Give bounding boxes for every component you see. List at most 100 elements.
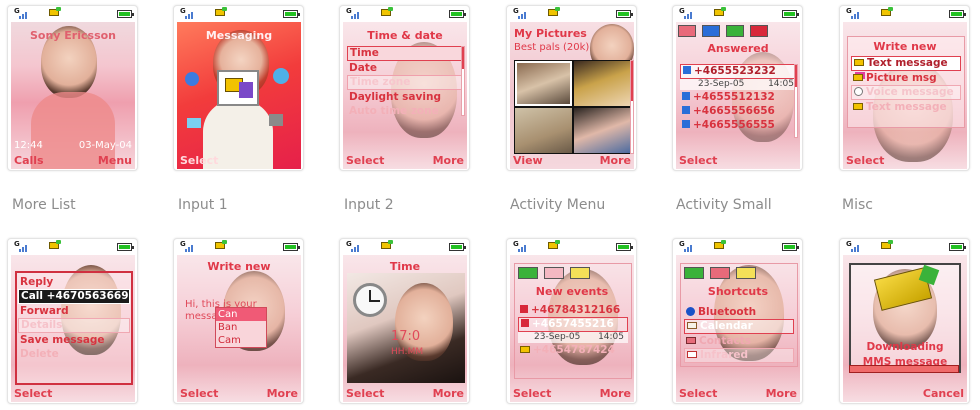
softkey-right[interactable]: More xyxy=(433,154,464,167)
picture-thumbnail[interactable] xyxy=(515,61,572,106)
softkey-right[interactable]: Cancel xyxy=(923,387,964,400)
suggestion-item[interactable]: Ban xyxy=(216,321,266,334)
phone-messaging: G Messaging Select xyxy=(173,5,304,171)
screen: Reply Call +4670563669 Forward Details S… xyxy=(11,255,135,402)
softkey-left[interactable]: Calls xyxy=(14,154,44,167)
picture-thumbnail[interactable] xyxy=(574,108,631,153)
softkey-right[interactable]: More xyxy=(267,387,298,400)
suggestion-item[interactable]: Can xyxy=(216,308,266,321)
missed-call-icon xyxy=(520,305,528,313)
event-item[interactable]: +4657455216 xyxy=(518,317,628,332)
list-item[interactable]: Date xyxy=(347,61,465,75)
softkey-left[interactable]: Select xyxy=(346,387,384,400)
settings-list: Time Date Time zone Daylight saving Auto… xyxy=(347,46,465,118)
softkey-right[interactable]: More xyxy=(433,387,464,400)
scrollbar[interactable] xyxy=(794,64,798,138)
floating-icon xyxy=(187,118,201,128)
softkey-left[interactable]: Select xyxy=(346,154,384,167)
softkey-left[interactable]: View xyxy=(513,154,543,167)
shortcut-item[interactable]: Contacts xyxy=(684,334,794,348)
menu-item-details[interactable]: Details xyxy=(18,318,130,333)
list-item[interactable]: Daylight saving xyxy=(347,90,465,104)
tab-my-shortcuts[interactable] xyxy=(736,267,757,279)
scrollbar[interactable] xyxy=(630,60,634,154)
time-input[interactable]: 17:0 xyxy=(391,329,420,344)
picture-thumbnail[interactable] xyxy=(515,108,572,153)
softkey-right[interactable]: More xyxy=(600,387,631,400)
call-item[interactable]: +4665556656 xyxy=(680,104,798,118)
tab-running-apps[interactable] xyxy=(544,267,565,279)
event-item[interactable]: +4654787424 xyxy=(518,343,628,357)
battery-icon xyxy=(949,10,966,18)
shortcut-label: Calendar xyxy=(700,320,753,332)
scrollbar[interactable] xyxy=(461,46,465,116)
battery-icon xyxy=(117,10,134,18)
softkey-left[interactable]: Select xyxy=(180,387,218,400)
status-bar: G xyxy=(8,6,137,20)
status-bar: G xyxy=(507,6,636,20)
list-item[interactable]: Time xyxy=(347,46,465,61)
softkey-left[interactable]: Select xyxy=(180,154,218,167)
signal-icon: G xyxy=(180,8,194,19)
menu-item-call[interactable]: Call +4670563669 xyxy=(18,289,130,304)
tab-all-calls[interactable] xyxy=(678,25,696,37)
screen: Write new Hi, this is your message Can B… xyxy=(177,255,301,402)
call-item[interactable]: +4655523232 xyxy=(680,64,798,79)
tab-new-events[interactable] xyxy=(518,267,538,279)
text-message-icon xyxy=(854,58,864,66)
message-type-list: Text message Picture msg Voice message T… xyxy=(851,56,961,114)
status-bar: G xyxy=(8,239,137,253)
tab-running-apps[interactable] xyxy=(710,267,731,279)
list-item[interactable]: Text message xyxy=(851,56,961,71)
phone-input-2: G Time 17:0 HH:MM Select More xyxy=(339,238,470,404)
note-icon xyxy=(239,82,253,98)
tab-missed[interactable] xyxy=(750,25,769,37)
message-icon xyxy=(548,7,560,16)
messaging-icon[interactable] xyxy=(217,70,259,106)
softkey-left[interactable]: Select xyxy=(679,154,717,167)
list-item[interactable]: Picture msg xyxy=(851,71,961,85)
menu-item-reply[interactable]: Reply xyxy=(18,275,130,289)
tab-dialled[interactable] xyxy=(726,25,745,37)
softkey-left[interactable]: Select xyxy=(513,387,551,400)
phone-time-date: G Time & date Time Date Time zone Daylig… xyxy=(339,5,470,171)
shortcut-item[interactable]: Infrared xyxy=(684,348,794,363)
phone-number: +46784312166 xyxy=(531,304,621,316)
softkey-left[interactable]: Select xyxy=(14,387,52,400)
download-dialog: Downloading MMS message xyxy=(849,263,961,373)
tab-my-shortcuts[interactable] xyxy=(570,267,591,279)
bluetooth-icon xyxy=(686,306,695,316)
shortcut-item[interactable]: Bluetooth xyxy=(684,305,794,319)
tab-new-events[interactable] xyxy=(684,267,704,279)
phone-pictures: G My Pictures Best pals (20k) View More xyxy=(506,5,637,171)
answered-call-icon xyxy=(682,92,690,100)
more-menu-list: Reply Call +4670563669 Forward Details S… xyxy=(18,275,130,361)
list-item[interactable]: Voice message xyxy=(851,85,961,100)
softkey-right[interactable]: More xyxy=(600,154,631,167)
menu-item-save[interactable]: Save message xyxy=(18,333,130,347)
picture-thumbnail[interactable] xyxy=(574,61,631,106)
list-item[interactable]: Text message xyxy=(851,100,961,114)
menu-item-delete[interactable]: Delete xyxy=(18,347,130,361)
list-item[interactable]: Auto time zone xyxy=(347,104,465,118)
suggestion-item[interactable]: Cam xyxy=(216,334,266,347)
shortcut-item[interactable]: Calendar xyxy=(684,319,794,334)
softkey-right[interactable]: More xyxy=(766,387,797,400)
call-item[interactable]: +4655512132 xyxy=(680,90,798,104)
softkey-left[interactable]: Select xyxy=(679,387,717,400)
floating-icon xyxy=(185,72,199,86)
phone-write-new: G Write new Text message Picture msg Voi… xyxy=(839,5,970,171)
status-bar: G xyxy=(507,239,636,253)
list-item-label: Text message xyxy=(866,101,947,113)
call-item[interactable]: +4665556555 xyxy=(680,118,798,132)
phone-input-1: G Write new Hi, this is your message Can… xyxy=(173,238,304,404)
softkey-right[interactable]: Menu xyxy=(98,154,132,167)
tab-answered[interactable] xyxy=(702,25,721,37)
softkey-left[interactable]: Select xyxy=(846,154,884,167)
event-item[interactable]: +46784312166 xyxy=(518,303,628,317)
text-message-icon xyxy=(853,102,863,110)
caption-activity-small: Activity Small xyxy=(676,197,772,213)
screen: Downloading MMS message Cancel xyxy=(843,255,967,402)
menu-item-forward[interactable]: Forward xyxy=(18,304,130,318)
list-item[interactable]: Time zone xyxy=(347,75,465,90)
